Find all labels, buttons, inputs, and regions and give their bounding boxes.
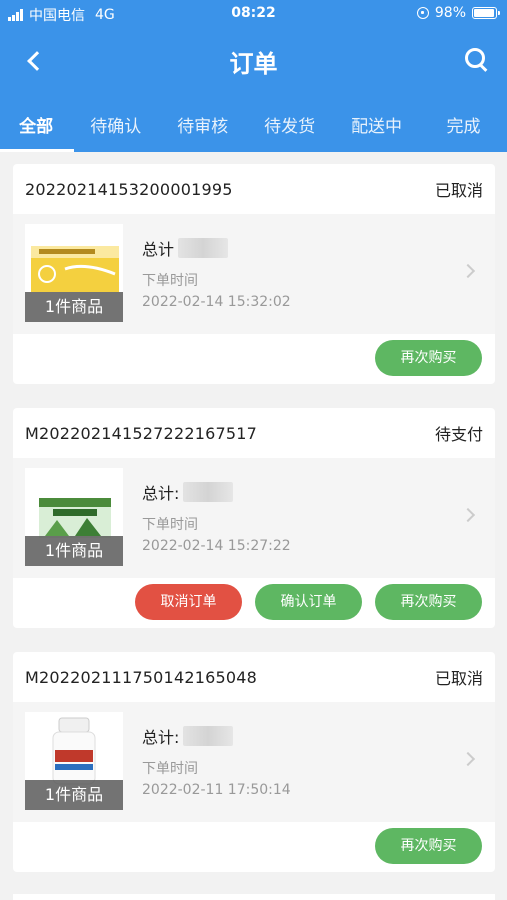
tab-completed[interactable]: 完成 xyxy=(420,104,507,152)
order-time: 2022-02-14 15:32:02 xyxy=(142,294,291,310)
search-button[interactable] xyxy=(463,46,489,72)
order-time-label: 下单时间 xyxy=(142,517,198,533)
order-header: M20220211175014216504​8 已取消 xyxy=(13,652,495,702)
order-time-label: 下单时间 xyxy=(142,273,198,289)
order-actions: 取消订单 确认订单 再次购买 xyxy=(13,578,495,628)
chevron-right-icon xyxy=(460,263,476,279)
order-total: 总计 xyxy=(142,236,229,260)
order-time: 2022-02-11 17:50:14 xyxy=(142,782,291,798)
order-card[interactable]: 20220214153200001995 已取消 1件商品 总计 下单时间 20… xyxy=(13,164,495,384)
order-status: 已取消 xyxy=(434,669,483,688)
order-total: 总计: xyxy=(142,480,234,504)
confirm-order-button[interactable]: 确认订单 xyxy=(255,584,362,620)
battery-percent: 98% xyxy=(434,5,466,21)
order-status: 待支付 xyxy=(434,425,483,444)
order-status: 已取消 xyxy=(434,181,483,200)
tab-pending-review[interactable]: 待审核 xyxy=(159,104,246,152)
tab-delivering[interactable]: 配送中 xyxy=(333,104,420,152)
product-thumbnail: 1件商品 xyxy=(25,468,123,566)
status-bar: 中国电信 4G 08:22 98% xyxy=(0,0,507,28)
item-count-badge: 1件商品 xyxy=(25,536,123,566)
order-body[interactable]: 1件商品 总计 下单时间 2022-02-14 15:32:02 xyxy=(13,214,495,334)
order-time: 2022-02-14 15:27:22 xyxy=(142,538,291,554)
order-time-label: 下单时间 xyxy=(142,761,198,777)
battery-icon xyxy=(472,7,500,19)
total-amount-redacted xyxy=(183,482,234,502)
order-number: M20220214152722216751​7 xyxy=(25,423,257,443)
chevron-right-icon xyxy=(460,507,476,523)
order-card[interactable]: M20220214152722216751​7 待支付 1件商品 总计: 下单时… xyxy=(13,408,495,628)
total-label: 总计 xyxy=(142,240,175,259)
total-label: 总计: xyxy=(142,484,180,503)
order-card[interactable]: M20220211175014216504​8 已取消 1件商品 总计: 下单时… xyxy=(13,652,495,872)
chevron-right-icon xyxy=(460,751,476,767)
tab-pending-ship[interactable]: 待发货 xyxy=(246,104,333,152)
order-number: 20220214153200001995 xyxy=(25,179,233,199)
total-amount-redacted xyxy=(183,726,234,746)
item-count-badge: 1件商品 xyxy=(25,780,123,810)
order-tabs: 全部 待确认 待审核 待发货 配送中 完成 xyxy=(0,104,507,152)
order-header: 20220214153200001995 已取消 xyxy=(13,164,495,214)
order-body[interactable]: 1件商品 总计: 下单时间 2022-02-14 15:27:22 xyxy=(13,458,495,578)
total-label: 总计: xyxy=(142,728,180,747)
tab-all[interactable]: 全部 xyxy=(0,104,75,152)
order-header: M20220214152722216751​7 待支付 xyxy=(13,408,495,458)
order-number: M20220211175014216504​8 xyxy=(25,667,257,687)
item-count-badge: 1件商品 xyxy=(25,292,123,322)
product-thumbnail: 1件商品 xyxy=(25,224,123,322)
cancel-order-button[interactable]: 取消订单 xyxy=(135,584,242,620)
product-thumbnail: 1件商品 xyxy=(25,712,123,810)
buy-again-button[interactable]: 再次购买 xyxy=(375,828,482,864)
order-total: 总计: xyxy=(142,724,234,748)
buy-again-button[interactable]: 再次购买 xyxy=(375,340,482,376)
status-right: 98% xyxy=(416,5,500,21)
total-amount-redacted xyxy=(178,238,229,258)
order-actions: 再次购买 xyxy=(13,334,495,384)
next-order-card-partial[interactable] xyxy=(13,894,495,900)
order-body[interactable]: 1件商品 总计: 下单时间 2022-02-11 17:50:14 xyxy=(13,702,495,822)
rotation-lock-icon xyxy=(416,7,429,19)
page-title: 订单 xyxy=(229,50,278,78)
battery-level xyxy=(474,9,494,17)
order-actions: 再次购买 xyxy=(13,822,495,872)
app-header: 中国电信 4G 08:22 98% 订单 全部 待确认 待审核 待发货 配送中 … xyxy=(0,0,507,152)
buy-again-button[interactable]: 再次购买 xyxy=(375,584,482,620)
tab-pending-confirm[interactable]: 待确认 xyxy=(72,104,159,152)
